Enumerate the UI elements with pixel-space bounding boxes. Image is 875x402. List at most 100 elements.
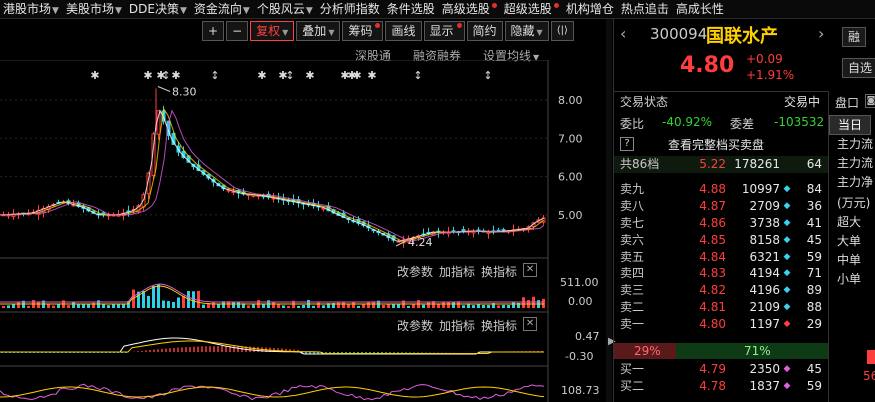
sell-ratio-text: 71%: [744, 344, 771, 358]
fund-flow-item: 中单: [837, 253, 862, 267]
chevron-down-icon: ▼: [242, 6, 250, 16]
volume-bar: [72, 301, 75, 308]
draw-line-button[interactable]: 画线: [385, 21, 422, 41]
order-price: 4.88: [699, 182, 726, 196]
high-annotation: 8.30: [172, 86, 197, 99]
menu-item-7[interactable]: 高级选股: [439, 0, 501, 18]
fund-flow-item: 小单: [837, 272, 862, 286]
margin-button[interactable]: 融: [842, 27, 866, 47]
help-icon[interactable]: ?: [620, 137, 634, 151]
order-count: 59: [806, 378, 822, 393]
volume-bar: [77, 304, 80, 308]
volume-bar: [542, 298, 545, 308]
volume-bar: [512, 302, 515, 308]
price-change-pct: +1.91%: [746, 68, 795, 82]
menu-item-11[interactable]: 高成长性: [673, 0, 728, 18]
menu-item-6[interactable]: 条件选股: [384, 0, 439, 18]
next-stock-icon[interactable]: ›: [818, 24, 824, 43]
menu-item-9[interactable]: 机构增仓: [563, 0, 618, 18]
volume-bar: [302, 304, 305, 308]
add-watchlist-button[interactable]: 自选: [842, 58, 875, 78]
menu-item-label: 条件选股: [386, 2, 435, 16]
menu-item-5[interactable]: 分析师指数: [317, 0, 384, 18]
volume-bar: [172, 301, 175, 308]
overlay-button[interactable]: 叠加 ▼: [296, 21, 341, 41]
kline-chart[interactable]: ✱ ✱ ✱↕ ✱ ↕ ✱ ✱↕ ✱ ✱✱✱ ✱ ↕ ↕ 8.304.24 8.007.006.005.…: [0, 60, 605, 402]
volume-bar: [107, 305, 110, 308]
order-level-label: 卖一: [620, 317, 645, 332]
menu-item-0[interactable]: 港股市场▼: [0, 0, 63, 18]
menu-item-1[interactable]: 美股市场▼: [63, 0, 126, 18]
add-indicator-button[interactable]: 加指标: [439, 317, 475, 334]
quote-panel: ‹ 300094 国联水产 › 融 自选 4.80 +0.09 +1.91% 交…: [613, 19, 875, 402]
hide-button[interactable]: 隐藏 ▼: [504, 21, 549, 41]
order-count: 71: [806, 266, 822, 281]
add-indicator-button[interactable]: 加指标: [439, 263, 475, 280]
chip-button[interactable]: 筹码: [342, 21, 384, 41]
order-row[interactable]: 买一 4.79 2350 ◆ 45: [614, 361, 828, 378]
diamond-icon: ◆: [783, 217, 791, 228]
order-row[interactable]: 买二 4.78 1837 ◆ 59: [614, 378, 828, 395]
order-price: 4.83: [699, 266, 726, 281]
order-count: 41: [806, 215, 822, 230]
volume-bar: [317, 302, 320, 308]
prev-stock-icon[interactable]: ‹: [620, 24, 626, 43]
chevron-down-icon: ▼: [305, 6, 313, 16]
display-button[interactable]: 显示: [423, 21, 465, 41]
order-row[interactable]: 卖四 4.83 4194 ◆ 71: [614, 265, 828, 282]
volume-bar: [87, 304, 90, 308]
order-row[interactable]: 卖八 4.87 2709 ◆ 36: [614, 198, 828, 215]
volume-bar: [342, 301, 345, 308]
chevron-down-icon: ▼: [179, 6, 187, 16]
event-marker: ✱: [367, 69, 376, 82]
close-icon[interactable]: ✕: [523, 317, 538, 331]
menu-item-8[interactable]: 超级选股: [501, 0, 563, 18]
edit-params-button[interactable]: 改参数: [397, 317, 433, 334]
volume-bar: [117, 304, 120, 308]
vol-axis-bottom: 0.00: [568, 295, 593, 308]
flow-bar: [867, 350, 875, 364]
full-orderbook-link[interactable]: 查看完整档买卖盘: [668, 136, 764, 153]
fuquan-button[interactable]: 复权 ▼: [250, 21, 295, 41]
menu-item-3[interactable]: 资金流向▼: [191, 0, 254, 18]
panel-toggle-button[interactable]: ⟨|⟩: [550, 21, 574, 41]
zoom-in-button[interactable]: +: [202, 21, 225, 41]
overlay-label: 叠加: [302, 24, 327, 38]
event-marker: ✱: [143, 69, 152, 82]
order-volume: 2109: [749, 300, 780, 315]
order-count: 89: [806, 283, 822, 298]
menu-item-label: 分析师指数: [319, 2, 380, 16]
zoom-out-button[interactable]: −: [226, 21, 249, 41]
tab-today[interactable]: 当日: [829, 115, 871, 135]
volume-bar: [297, 305, 300, 308]
tab-pankou[interactable]: 盘口: [835, 94, 859, 111]
order-row[interactable]: 卖六 4.85 8158 ◆ 45: [614, 232, 828, 249]
order-row[interactable]: 卖一 4.80 1197 ◆ 29: [614, 316, 828, 333]
volume-bar: [427, 301, 430, 308]
order-count: 59: [806, 249, 822, 264]
order-row[interactable]: 卖五 4.84 6321 ◆ 59: [614, 249, 828, 266]
diamond-icon: ◆: [783, 251, 791, 262]
order-price: 4.84: [699, 249, 726, 264]
order-row[interactable]: 卖三 4.82 4196 ◆ 89: [614, 282, 828, 299]
volume-bar: [437, 304, 440, 308]
simple-button[interactable]: 简约: [466, 21, 503, 41]
change-indicator-button[interactable]: 换指标: [481, 263, 517, 280]
menu-item-4[interactable]: 个股风云▼: [254, 0, 317, 18]
change-indicator-button[interactable]: 换指标: [481, 317, 517, 334]
annotation-line: [157, 86, 171, 92]
diamond-icon: ◆: [783, 234, 791, 245]
close-icon[interactable]: ✕: [523, 263, 538, 277]
menu-item-label: 机构增仓: [565, 2, 614, 16]
order-row[interactable]: 卖九 4.88 10997 ◆ 84: [614, 181, 828, 198]
order-row[interactable]: 卖七 4.86 3738 ◆ 41: [614, 215, 828, 232]
volume-bar: [502, 304, 505, 308]
menu-item-10[interactable]: 热点追击: [618, 0, 673, 18]
settings-icon[interactable]: ◙: [865, 94, 875, 108]
edit-params-button[interactable]: 改参数: [397, 263, 433, 280]
order-volume: 10997: [741, 182, 780, 196]
order-row[interactable]: 卖二 4.81 2109 ◆ 88: [614, 299, 828, 316]
volume-bar: [397, 304, 400, 308]
menu-item-2[interactable]: DDE决策▼: [126, 0, 191, 18]
event-marker: ↕: [413, 69, 422, 82]
